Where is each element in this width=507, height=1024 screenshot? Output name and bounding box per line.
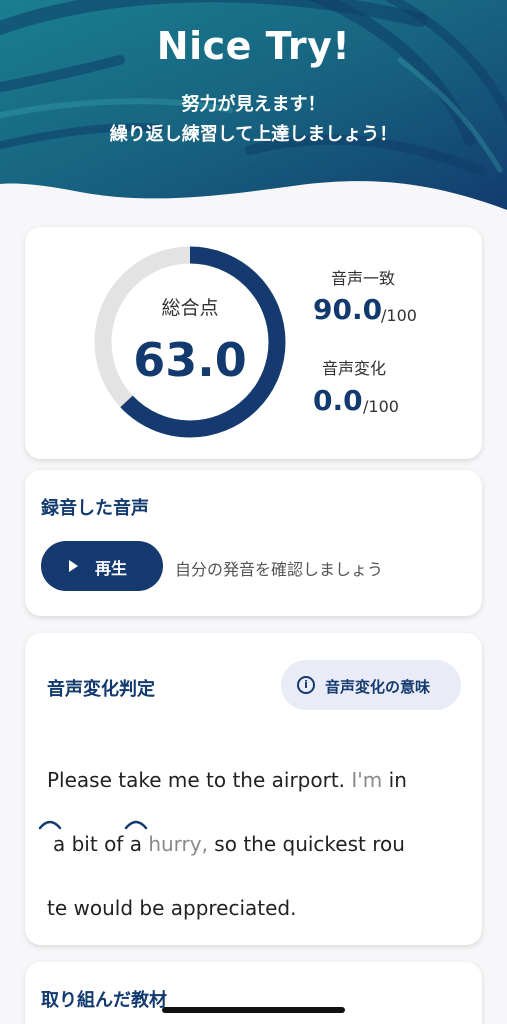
recording-hint: 自分の発音を確認しましょう bbox=[175, 560, 384, 579]
voice-change-title: 音声変化判定 bbox=[47, 679, 155, 700]
result-title: Nice Try! bbox=[156, 24, 351, 68]
linking-mark-icon bbox=[38, 820, 62, 830]
info-icon: i bbox=[297, 676, 315, 694]
materials-title: 取り組んだ教材 bbox=[41, 990, 167, 1011]
sentence-text: so the quickest rou bbox=[207, 832, 405, 856]
meaning-button-label: 音声変化の意味 bbox=[325, 678, 431, 696]
sentence-unmatched-word: I'm bbox=[351, 768, 383, 792]
sentence-line-3: te would be appreciated. bbox=[47, 896, 297, 920]
sentence-text: a bit of a bbox=[53, 832, 149, 856]
voice-change-max: /100 bbox=[363, 397, 399, 416]
voice-change-label: 音声変化 bbox=[322, 359, 387, 378]
sentence-unmatched-word: hurry, bbox=[148, 832, 208, 856]
total-score-label: 総合点 bbox=[161, 297, 219, 319]
voice-match-value: 90.0 bbox=[313, 293, 383, 326]
sentence-text: Please take me to the airport. bbox=[47, 768, 352, 792]
voice-match-max: /100 bbox=[381, 306, 417, 325]
result-subtitle-line2: 繰り返し練習して上達しましょう！ bbox=[109, 124, 398, 145]
voice-change-value: 0.0 bbox=[313, 384, 363, 417]
voice-match-label: 音声一致 bbox=[331, 269, 396, 288]
sentence-line-1: Please take me to the airport. I'm in bbox=[47, 768, 407, 792]
total-score-value: 63.0 bbox=[133, 333, 247, 387]
score-card: 総合点 63.0 音声一致 90.0 /100 音声変化 0.0 /100 bbox=[25, 227, 482, 459]
play-button[interactable]: 再生 bbox=[41, 541, 163, 591]
voice-change-card: 音声変化判定 i 音声変化の意味 Please take me to the a… bbox=[25, 633, 482, 945]
result-subtitle-line1: 努力が見えます！ bbox=[181, 94, 326, 115]
play-button-label: 再生 bbox=[95, 559, 128, 578]
result-header: Nice Try! 努力が見えます！ 繰り返し練習して上達しましょう！ bbox=[0, 0, 507, 215]
home-indicator bbox=[162, 1007, 345, 1013]
sentence-text: in bbox=[382, 768, 407, 792]
linking-mark-icon bbox=[124, 820, 148, 830]
voice-change-meaning-button[interactable]: i 音声変化の意味 bbox=[281, 660, 461, 710]
recording-card: 録音した音声 再生 自分の発音を確認しましょう bbox=[25, 470, 482, 616]
materials-card: 取り組んだ教材 bbox=[25, 962, 482, 1024]
recording-title: 録音した音声 bbox=[41, 498, 149, 519]
sentence-line-2: a bit of a hurry, so the quickest rou bbox=[53, 832, 405, 856]
play-icon bbox=[69, 560, 78, 572]
